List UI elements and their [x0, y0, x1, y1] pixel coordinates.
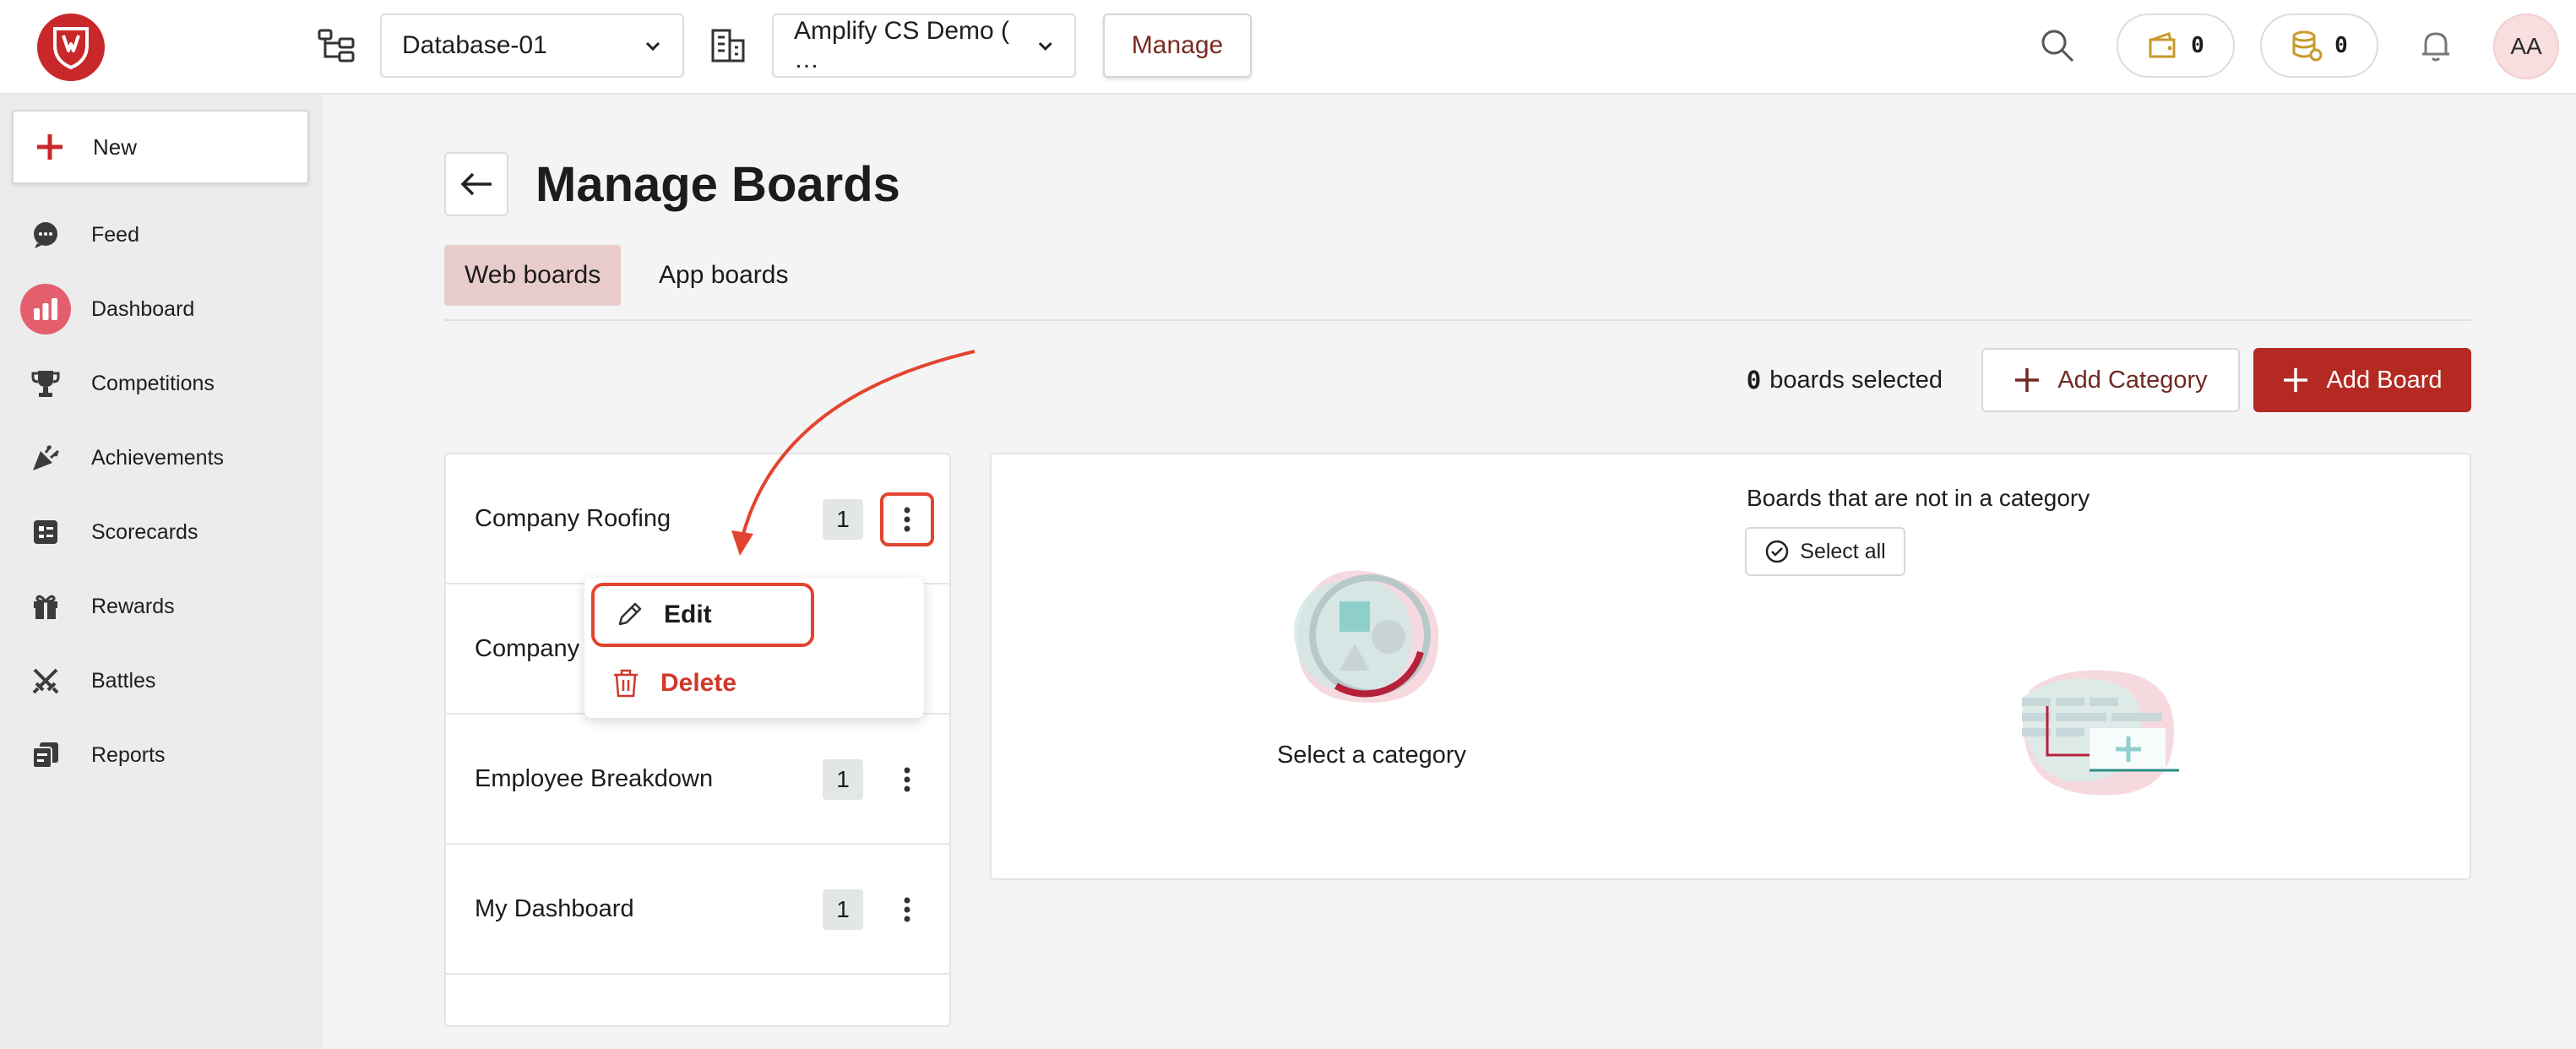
pencil-icon — [618, 602, 642, 626]
organization-select[interactable]: Amplify CS Demo ( … — [772, 14, 1076, 78]
tabs-divider — [444, 319, 2471, 321]
uncategorized-title: Boards that are not in a category — [1747, 485, 2090, 511]
coins-count: 0 — [2334, 33, 2348, 58]
board-row[interactable]: Employee Breakdown 1 — [446, 715, 949, 845]
sidebar: New Feed Dashboard Competitions Achievem… — [0, 95, 323, 1049]
database-select[interactable]: Database-01 — [380, 14, 684, 78]
board-count-badge: 1 — [823, 759, 863, 800]
sidebar-item-scorecards[interactable]: Scorecards — [20, 503, 307, 562]
sidebar-item-feed[interactable]: Feed — [20, 205, 307, 264]
chevron-down-icon — [1038, 42, 1052, 51]
kebab-menu-icon — [904, 897, 910, 922]
sidebar-item-label: Scorecards — [91, 519, 198, 544]
board-name: My Dashboard — [475, 894, 634, 922]
sidebar-item-label: Battles — [91, 668, 156, 693]
arrow-left-icon — [460, 172, 492, 196]
organization-select-value: Amplify CS Demo ( … — [794, 17, 1010, 73]
add-board-button[interactable]: Add Board — [2253, 348, 2471, 412]
add-category-button[interactable]: Add Category — [1981, 348, 2240, 412]
uncategorized-boards-illustration — [2022, 670, 2179, 796]
delete-menu-item[interactable]: Delete — [591, 655, 853, 711]
back-button[interactable] — [444, 152, 508, 216]
tab-app-boards[interactable]: App boards — [639, 245, 808, 306]
check-circle-icon — [1766, 540, 1789, 563]
select-category-text: Select a category — [1276, 742, 1467, 769]
reports-icon — [20, 730, 71, 780]
edit-menu-item[interactable]: Edit — [591, 583, 814, 647]
bar-chart-icon — [20, 284, 71, 334]
selection-count-label: boards selected — [1769, 366, 1943, 394]
board-name: Employee Breakdown — [475, 764, 714, 792]
sidebar-item-label: Reports — [91, 742, 166, 767]
coins-balance-pill[interactable]: 0 — [2260, 14, 2378, 78]
search-icon[interactable] — [2039, 27, 2076, 64]
scorecard-icon — [20, 507, 71, 557]
chat-bubble-icon — [20, 209, 71, 260]
app-logo[interactable] — [37, 14, 105, 81]
page-title: Manage Boards — [535, 156, 900, 212]
gift-icon — [20, 581, 71, 632]
board-list: Company Roofing 1 Company 1 Employee Bre… — [444, 453, 951, 1027]
new-button-label: New — [93, 133, 138, 160]
sidebar-item-label: Achievements — [91, 445, 225, 470]
category-panel: Select a category Boards that are not in… — [990, 453, 2471, 880]
more-options-button[interactable] — [880, 883, 934, 937]
tab-web-boards[interactable]: Web boards — [444, 245, 622, 306]
new-button[interactable]: New — [12, 110, 309, 184]
select-all-button[interactable]: Select all — [1745, 527, 1905, 576]
add-category-label: Add Category — [2057, 366, 2208, 394]
sidebar-item-dashboard[interactable]: Dashboard — [20, 280, 307, 339]
plus-icon — [2284, 368, 2308, 392]
board-name: Company — [475, 634, 580, 662]
kebab-menu-icon — [904, 767, 910, 792]
manage-button[interactable]: Manage — [1103, 14, 1252, 78]
board-row-menu: Edit Delete — [584, 578, 924, 718]
plus-icon — [2015, 368, 2040, 392]
crossed-swords-icon — [20, 655, 71, 706]
board-count-badge: 1 — [823, 499, 863, 540]
add-board-label: Add Board — [2326, 366, 2443, 394]
kebab-menu-icon — [904, 507, 910, 532]
user-avatar[interactable]: AA — [2493, 14, 2559, 79]
sidebar-item-label: Competitions — [91, 371, 215, 395]
building-icon — [711, 29, 745, 63]
select-category-illustration — [1294, 570, 1439, 703]
selection-count-number: 0 — [1746, 366, 1762, 394]
database-select-value: Database-01 — [402, 31, 547, 59]
hierarchy-icon[interactable] — [316, 25, 356, 66]
selection-count: 0 boards selected — [1715, 348, 1943, 412]
sidebar-item-label: Feed — [91, 222, 139, 247]
more-options-button[interactable] — [880, 492, 934, 546]
sidebar-item-reports[interactable]: Reports — [20, 726, 307, 785]
edit-label: Edit — [664, 601, 712, 628]
plus-icon — [37, 134, 62, 160]
sidebar-item-achievements[interactable]: Achievements — [20, 428, 307, 487]
party-popper-icon — [20, 432, 71, 483]
board-row[interactable]: Company Roofing 1 — [446, 454, 949, 584]
trash-icon — [614, 669, 638, 698]
top-bar: Database-01 Amplify CS Demo ( … Manage 0 — [0, 0, 2576, 95]
wallet-count: 0 — [2191, 33, 2204, 58]
bell-icon[interactable] — [2417, 27, 2454, 64]
sidebar-item-label: Rewards — [91, 594, 175, 618]
wallet-balance-pill[interactable]: 0 — [2117, 14, 2235, 78]
select-all-label: Select all — [1800, 539, 1886, 563]
delete-label: Delete — [660, 669, 737, 697]
sidebar-item-rewards[interactable]: Rewards — [20, 577, 307, 636]
board-count-badge: 1 — [823, 889, 863, 930]
coins-icon — [2292, 30, 2323, 62]
wallet-icon — [2149, 32, 2176, 58]
sidebar-item-label: Dashboard — [91, 296, 195, 321]
board-name: Company Roofing — [475, 504, 671, 532]
chevron-down-icon — [645, 41, 660, 52]
board-row[interactable]: My Dashboard 1 — [446, 845, 949, 975]
sidebar-item-competitions[interactable]: Competitions — [20, 354, 307, 413]
more-options-button[interactable] — [880, 753, 934, 807]
trophy-icon — [20, 358, 71, 409]
sidebar-item-battles[interactable]: Battles — [20, 651, 307, 710]
logo-shield-icon — [53, 27, 89, 69]
